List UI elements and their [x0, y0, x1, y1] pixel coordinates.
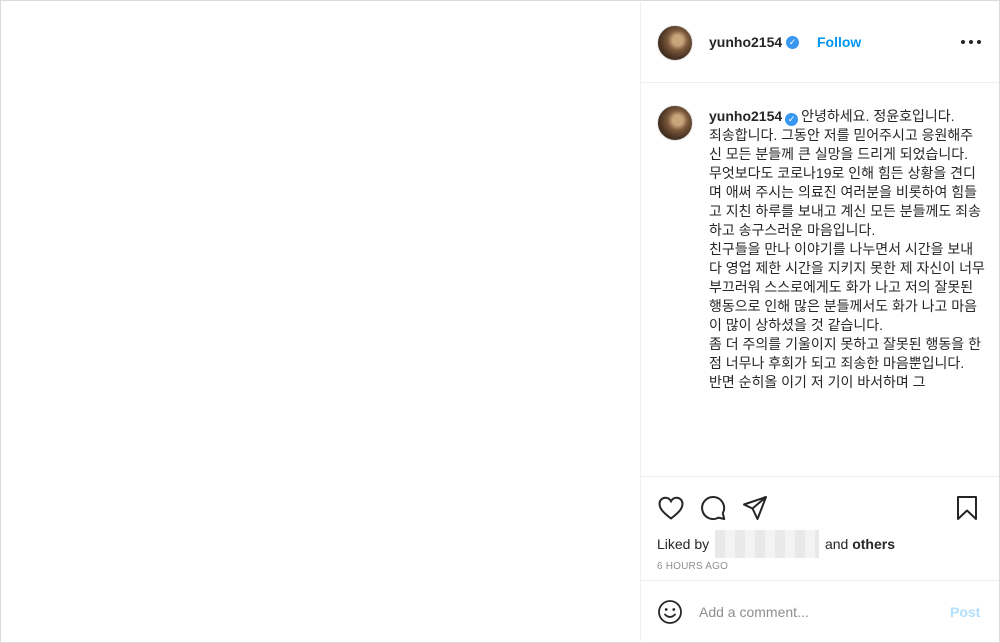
save-bookmark-icon[interactable] [953, 494, 981, 522]
post-caption: yunho2154 ✓ 안녕하세요. 정윤호입니다. 죄송합니다. 그동안 저를 믿… [709, 107, 985, 392]
author-username[interactable]: yunho2154 [709, 34, 782, 50]
avatar[interactable] [657, 25, 693, 61]
caption-verified-icon: ✓ [785, 113, 799, 126]
liked-by-prefix: Liked by [657, 536, 710, 552]
liked-by-and: and [824, 536, 849, 552]
emoji-smiley-icon[interactable] [657, 599, 683, 625]
comment-bubble-icon[interactable] [699, 494, 727, 522]
post-media-area[interactable] [2, 2, 641, 641]
caption-username[interactable]: yunho2154 [709, 108, 782, 124]
like-heart-icon[interactable] [657, 494, 685, 522]
post-timestamp[interactable]: 6 HOURS AGO [657, 561, 728, 572]
follow-button[interactable]: Follow [817, 34, 861, 50]
share-paper-plane-icon[interactable] [741, 494, 769, 522]
more-options-icon[interactable] [957, 28, 985, 56]
post-dialog: yunho2154 ✓ • Follow yunho2154✓안녕하세요. 정윤… [0, 0, 1000, 643]
caption-avatar[interactable] [657, 105, 693, 141]
caption-text: 안녕하세요. 정윤호입니다. 죄송합니다. 그동안 저를 믿어주시고 응원해주신… [709, 108, 985, 390]
post-side-panel: yunho2154 ✓ • Follow yunho2154✓안녕하세요. 정윤… [641, 2, 999, 641]
add-comment-bar: Post [641, 580, 999, 642]
blurred-username [715, 530, 820, 558]
comment-input[interactable] [699, 601, 929, 623]
post-comment-button[interactable]: Post [950, 604, 980, 620]
liked-by-others-link[interactable]: others [852, 536, 895, 552]
post-header: yunho2154 ✓ • Follow [641, 2, 999, 83]
liked-by-summary: Liked by and others [657, 530, 895, 558]
comments-section[interactable]: yunho2154 ✓ 안녕하세요. 정윤호입니다. 죄송합니다. 그동안 저를 믿… [641, 83, 999, 476]
verified-badge-icon: ✓ [786, 36, 799, 49]
